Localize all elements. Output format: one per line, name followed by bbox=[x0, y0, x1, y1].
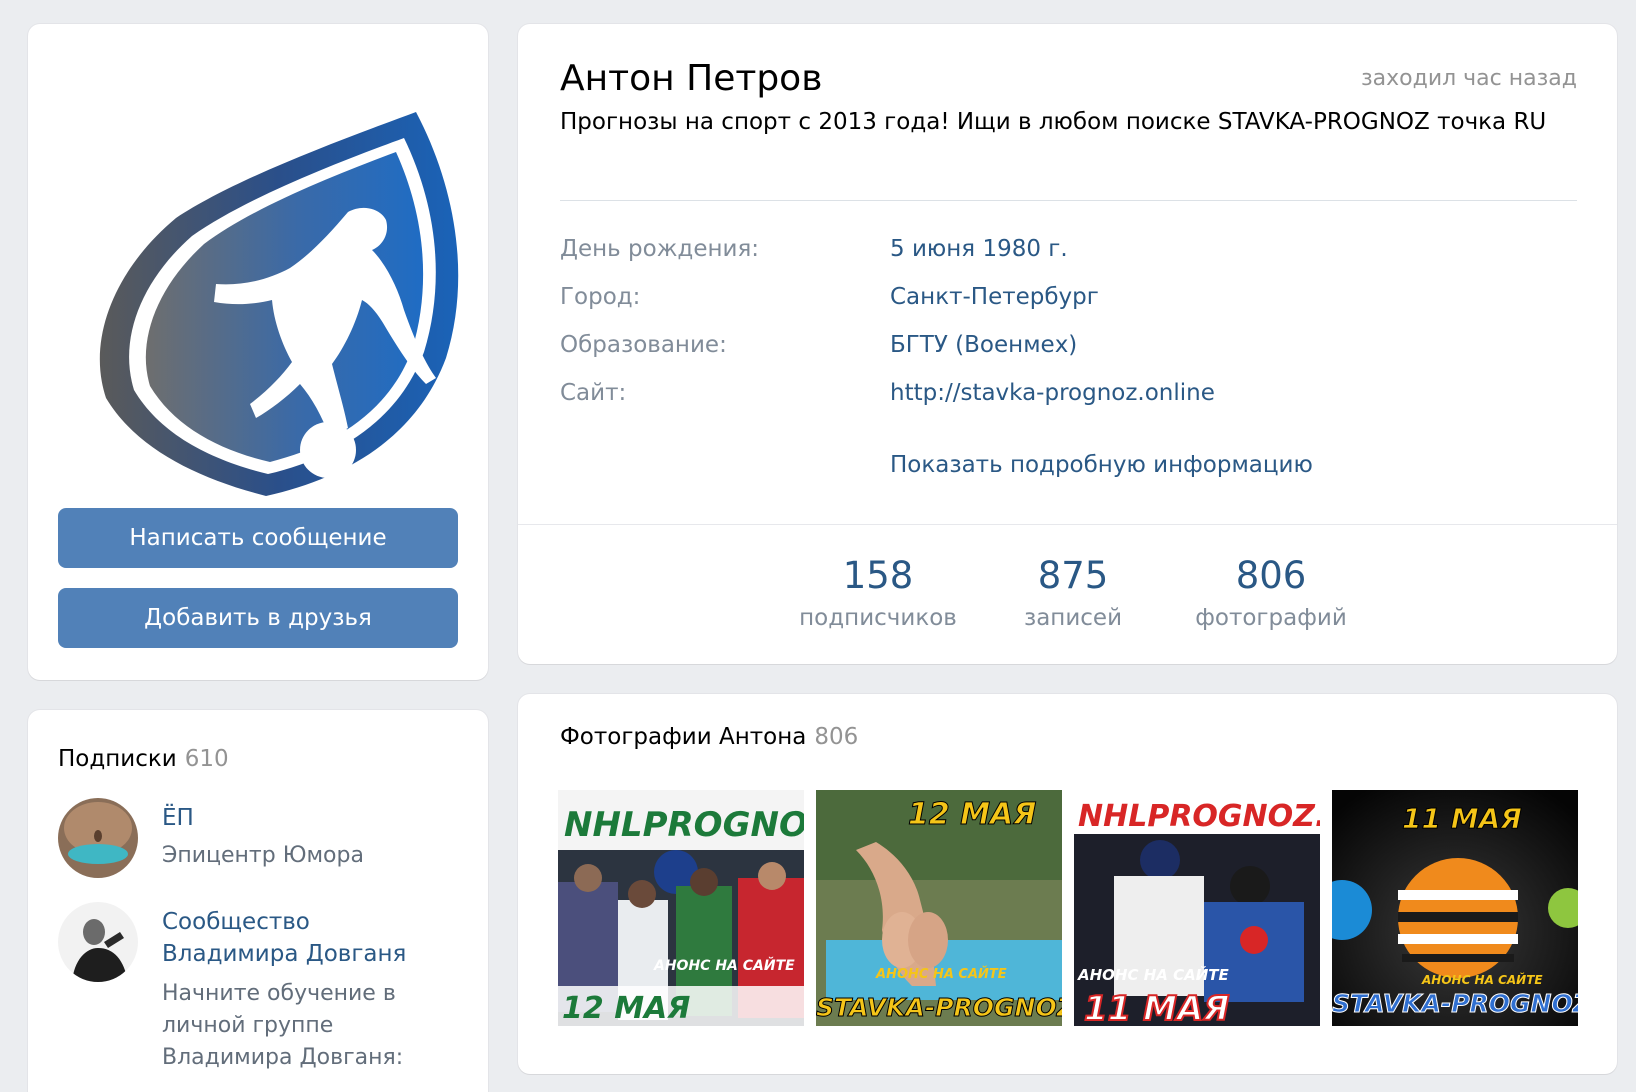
followers-counter[interactable]: 158 подписчиков bbox=[793, 554, 963, 634]
counter-value: 158 bbox=[842, 554, 914, 597]
show-more-info-link[interactable]: Показать подробную информацию bbox=[890, 452, 1313, 478]
player-logo-icon bbox=[99, 112, 459, 496]
photo-top-text: 12 МАЯ bbox=[908, 797, 1036, 832]
info-label: Город: bbox=[560, 284, 641, 310]
birthday-link[interactable]: 5 июня 1980 г. bbox=[890, 236, 1068, 262]
subscriptions-title: Подписки bbox=[58, 746, 177, 772]
counter-label: фотографий bbox=[1195, 605, 1347, 631]
avatar[interactable] bbox=[58, 902, 138, 982]
subscription-name[interactable]: Сообщество Владимира Довганя bbox=[162, 906, 442, 970]
photo-thumbnail[interactable]: NHLPROGNOZ.RU АНОНС НА САЙТЕ 12 МАЯ bbox=[558, 790, 804, 1026]
photo-mid-text: АНОНС НА САЙТЕ bbox=[653, 957, 795, 974]
photo-thumbnail[interactable]: 11 МАЯ АНОНС НА САЙТЕ STAVKA-PROGNOZ.RU bbox=[1332, 790, 1578, 1026]
info-label: День рождения: bbox=[560, 236, 760, 262]
photo-top-text: 11 МАЯ bbox=[1402, 802, 1522, 835]
photos-title: Фотографии Антона bbox=[560, 724, 807, 750]
photo-top-text: NHLPROGNOZ.RU bbox=[1078, 799, 1320, 834]
photo-thumbnail[interactable]: 12 МАЯ АНОНС НА САЙТЕ STAVKA-PROGNOZ.RU bbox=[816, 790, 1062, 1026]
city-link[interactable]: Санкт-Петербург bbox=[890, 284, 1099, 310]
counter-value: 806 bbox=[1235, 554, 1307, 597]
subscriptions-count: 610 bbox=[184, 746, 229, 772]
photo-mid-text: АНОНС НА САЙТЕ bbox=[875, 966, 1007, 982]
counter-label: подписчиков bbox=[799, 605, 957, 631]
subscription-name[interactable]: ЁП bbox=[162, 802, 442, 834]
last-seen-status: заходил час назад bbox=[1360, 66, 1577, 91]
profile-status: Прогнозы на спорт с 2013 года! Ищи в люб… bbox=[560, 109, 1547, 135]
avatar-card: Написать сообщение Добавить в друзья bbox=[28, 24, 488, 680]
photo-bottom-text: 11 МАЯ bbox=[1084, 989, 1229, 1026]
website-link[interactable]: http://stavka-prognoz.online bbox=[890, 380, 1215, 406]
photo-mid-text: АНОНС НА САЙТЕ bbox=[1077, 965, 1229, 984]
subscriptions-header[interactable]: Подписки 610 bbox=[58, 746, 229, 772]
avatar[interactable] bbox=[58, 798, 138, 878]
photos-header[interactable]: Фотографии Антона 806 bbox=[560, 724, 858, 750]
photo-bottom-text: STAVKA-PROGNOZ.RU bbox=[816, 993, 1062, 1022]
divider bbox=[560, 200, 1577, 201]
photos-count: 806 bbox=[814, 724, 859, 750]
divider bbox=[518, 524, 1617, 525]
photo-thumbnail[interactable]: NHLPROGNOZ.RU АНОНС НА САЙТЕ 11 МАЯ bbox=[1074, 790, 1320, 1026]
education-link[interactable]: БГТУ (Военмех) bbox=[890, 332, 1077, 358]
posts-counter[interactable]: 875 записей bbox=[1008, 554, 1138, 634]
photo-bottom-text: STAVKA-PROGNOZ.RU bbox=[1332, 989, 1578, 1018]
send-message-button[interactable]: Написать сообщение bbox=[58, 508, 458, 568]
photo-bottom-text: 12 МАЯ bbox=[562, 991, 690, 1026]
subscription-description: Эпицентр Юмора bbox=[162, 843, 364, 868]
subscription-description: Начните обучение в личной группе Владими… bbox=[162, 981, 404, 1070]
profile-info-card: Антон Петров заходил час назад Прогнозы … bbox=[518, 24, 1617, 664]
person-avatar-icon bbox=[58, 902, 138, 982]
profile-name: Антон Петров bbox=[560, 58, 823, 99]
subscriptions-card: Подписки 610 ЁП Эпицентр Юмора Сообщество… bbox=[28, 710, 488, 1092]
photo-mid-text: АНОНС НА САЙТЕ bbox=[1421, 972, 1543, 987]
photos-counter[interactable]: 806 фотографий bbox=[1186, 554, 1356, 634]
info-label: Сайт: bbox=[560, 380, 627, 406]
counter-value: 875 bbox=[1037, 554, 1109, 597]
info-label: Образование: bbox=[560, 332, 727, 358]
photo-top-text: NHLPROGNOZ.RU bbox=[564, 805, 804, 845]
group-avatar-icon bbox=[58, 798, 138, 878]
add-friend-button[interactable]: Добавить в друзья bbox=[58, 588, 458, 648]
profile-avatar[interactable] bbox=[86, 108, 468, 502]
counter-label: записей bbox=[1023, 605, 1123, 631]
photos-card: Фотографии Антона 806 NHLPROGNOZ.RU АНОНС… bbox=[518, 694, 1617, 1074]
